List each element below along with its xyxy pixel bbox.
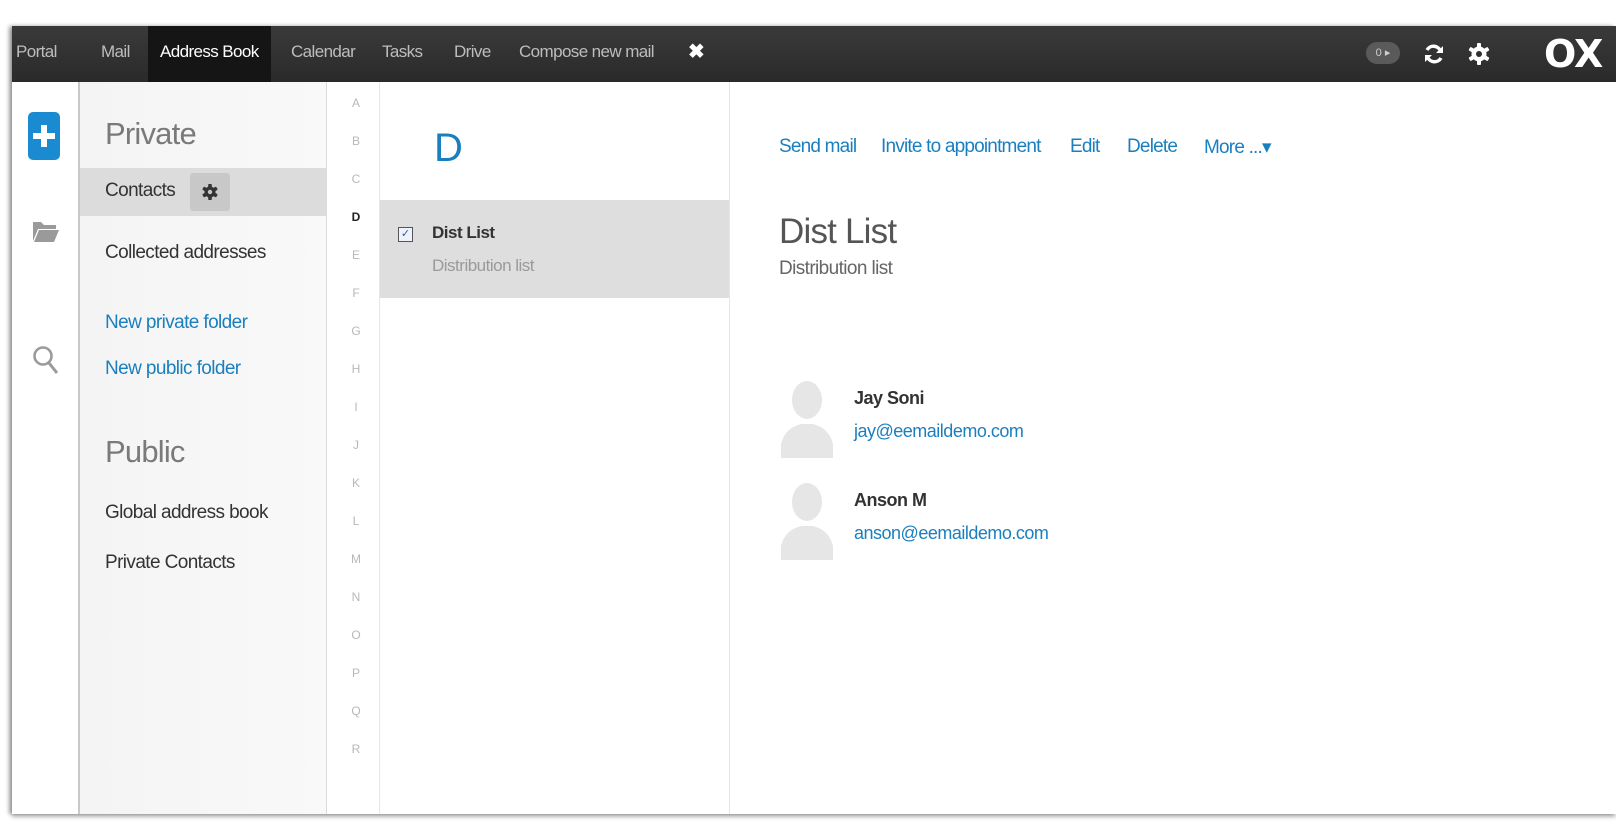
tab-compose-new-mail[interactable]: Compose new mail: [519, 26, 655, 82]
folder-options-gear-icon[interactable]: [190, 173, 230, 211]
folder-label-contacts: Contacts: [105, 180, 176, 201]
left-icon-rail: [12, 82, 80, 814]
new-public-folder-link[interactable]: New public folder: [105, 358, 241, 380]
settings-gear-icon[interactable]: [1467, 42, 1491, 66]
list-item-subtitle: Distribution list: [432, 256, 535, 275]
send-mail-link[interactable]: Send mail: [779, 136, 857, 158]
letter-f[interactable]: F: [349, 286, 363, 300]
letter-j[interactable]: J: [349, 438, 363, 452]
tab-mail[interactable]: Mail: [101, 26, 130, 82]
refresh-icon[interactable]: [1422, 42, 1446, 66]
letter-d[interactable]: D: [349, 210, 363, 224]
contact-detail: Send mail Invite to appointment Edit Del…: [730, 82, 1616, 814]
list-item-title: Dist List: [432, 223, 495, 242]
letter-e[interactable]: E: [349, 248, 363, 262]
folder-item-private-contacts[interactable]: Private Contacts: [105, 552, 235, 574]
tab-tasks[interactable]: Tasks: [382, 26, 423, 82]
folder-sidebar: Private Contacts Collected addresses New…: [78, 82, 327, 814]
letter-o[interactable]: O: [349, 628, 363, 642]
letter-r[interactable]: R: [349, 742, 363, 756]
public-section-title: Public: [105, 434, 185, 469]
letter-m[interactable]: M: [349, 552, 363, 566]
new-plus-icon[interactable]: [28, 112, 60, 160]
invite-to-appointment-link[interactable]: Invite to appointment: [881, 136, 1041, 158]
letter-n[interactable]: N: [349, 590, 363, 604]
tab-calendar[interactable]: Calendar: [291, 26, 356, 82]
notification-badge[interactable]: 0 ▸: [1366, 42, 1400, 64]
more-dropdown[interactable]: More ...▾: [1204, 136, 1272, 159]
letter-i[interactable]: I: [349, 400, 363, 414]
letter-g[interactable]: G: [349, 324, 363, 338]
list-item-dist-list[interactable]: ✓ Dist List Distribution list: [380, 200, 729, 298]
contact-list: D ✓ Dist List Distribution list: [380, 82, 730, 814]
letter-c[interactable]: C: [349, 172, 363, 186]
new-private-folder-link[interactable]: New private folder: [105, 312, 248, 334]
member-email-link[interactable]: anson@eemaildemo.com: [854, 523, 1049, 544]
edit-link[interactable]: Edit: [1070, 136, 1100, 158]
ox-logo: OX: [1544, 32, 1603, 76]
tab-address-book[interactable]: Address Book: [148, 26, 271, 82]
avatar: [781, 381, 833, 458]
folder-item-collected-addresses[interactable]: Collected addresses: [105, 242, 266, 264]
letter-q[interactable]: Q: [349, 704, 363, 718]
folder-item-global-address-book[interactable]: Global address book: [105, 502, 268, 524]
letter-h[interactable]: H: [349, 362, 363, 376]
member-item: Jay Soni jay@eemaildemo.com: [779, 378, 1379, 462]
tab-portal[interactable]: Portal: [16, 26, 57, 82]
letter-k[interactable]: K: [349, 476, 363, 490]
tab-drive[interactable]: Drive: [454, 26, 491, 82]
member-item: Anson M anson@eemaildemo.com: [779, 480, 1379, 564]
delete-link[interactable]: Delete: [1127, 136, 1178, 158]
alphabet-index: A B C D E F G H I J K L M N O P Q R: [325, 82, 380, 814]
member-name: Jay Soni: [854, 388, 925, 408]
detail-title: Dist List: [779, 212, 897, 251]
app-window: Portal Mail Address Book Calendar Tasks …: [12, 26, 1616, 814]
top-navigation-bar: Portal Mail Address Book Calendar Tasks …: [12, 26, 1616, 82]
avatar: [781, 483, 833, 560]
detail-subtitle: Distribution list: [779, 258, 893, 279]
close-compose-icon[interactable]: ✖: [688, 26, 705, 82]
letter-b[interactable]: B: [349, 134, 363, 148]
private-section-title: Private: [105, 116, 197, 151]
folder-item-contacts[interactable]: Contacts: [80, 168, 326, 216]
folder-icon[interactable]: [32, 219, 60, 243]
member-email-link[interactable]: jay@eemaildemo.com: [854, 421, 1024, 442]
letter-p[interactable]: P: [349, 666, 363, 680]
list-section-letter: D: [434, 126, 463, 170]
letter-a[interactable]: A: [349, 96, 363, 110]
letter-l[interactable]: L: [349, 514, 363, 528]
search-icon[interactable]: [32, 344, 60, 376]
member-name: Anson M: [854, 490, 927, 510]
list-item-checkbox[interactable]: ✓: [398, 227, 413, 242]
